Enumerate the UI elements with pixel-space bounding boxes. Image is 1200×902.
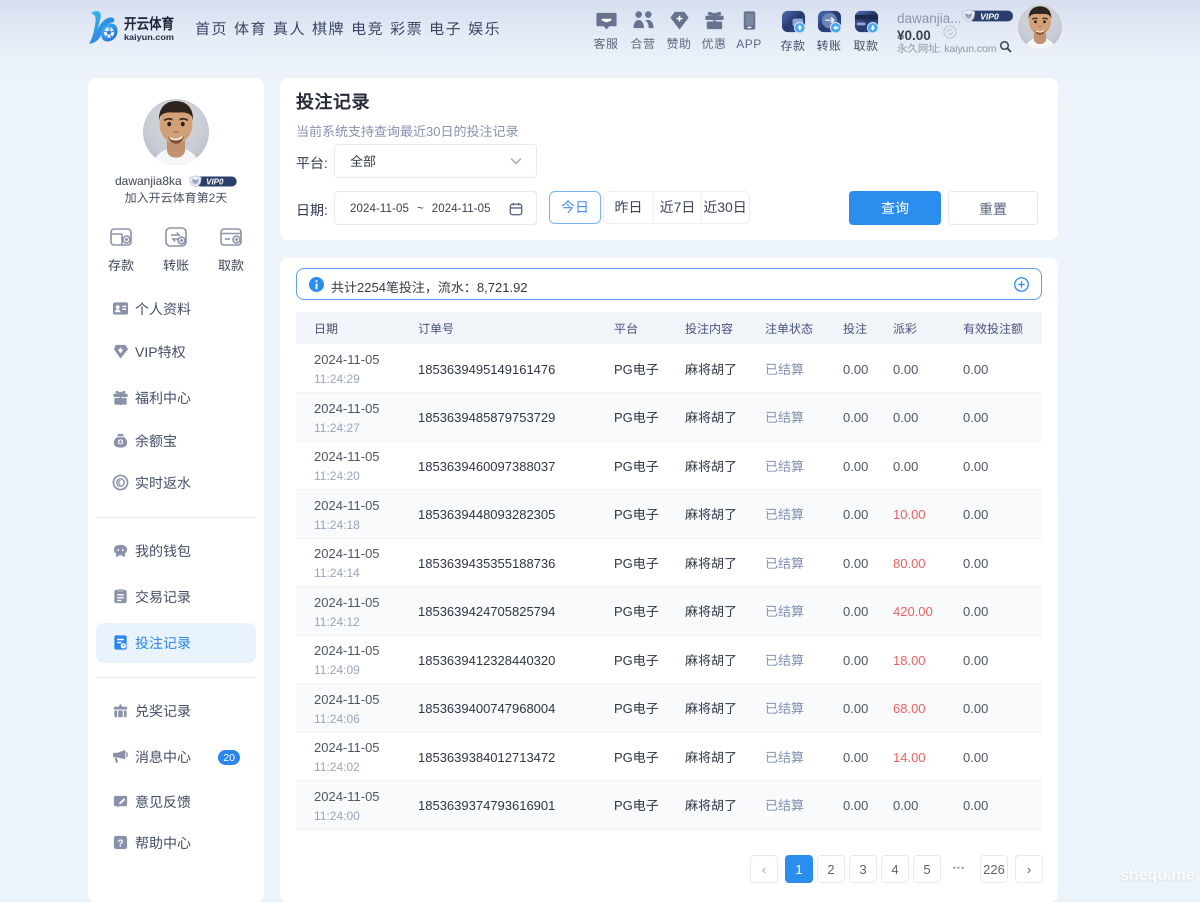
svg-text:kaiyun.com: kaiyun.com	[124, 32, 174, 42]
svg-text:VIP0: VIP0	[206, 178, 224, 187]
svg-text:?: ?	[117, 838, 123, 849]
svg-text:VIP0: VIP0	[980, 11, 999, 21]
svg-text:开云体育: 开云体育	[124, 13, 174, 34]
